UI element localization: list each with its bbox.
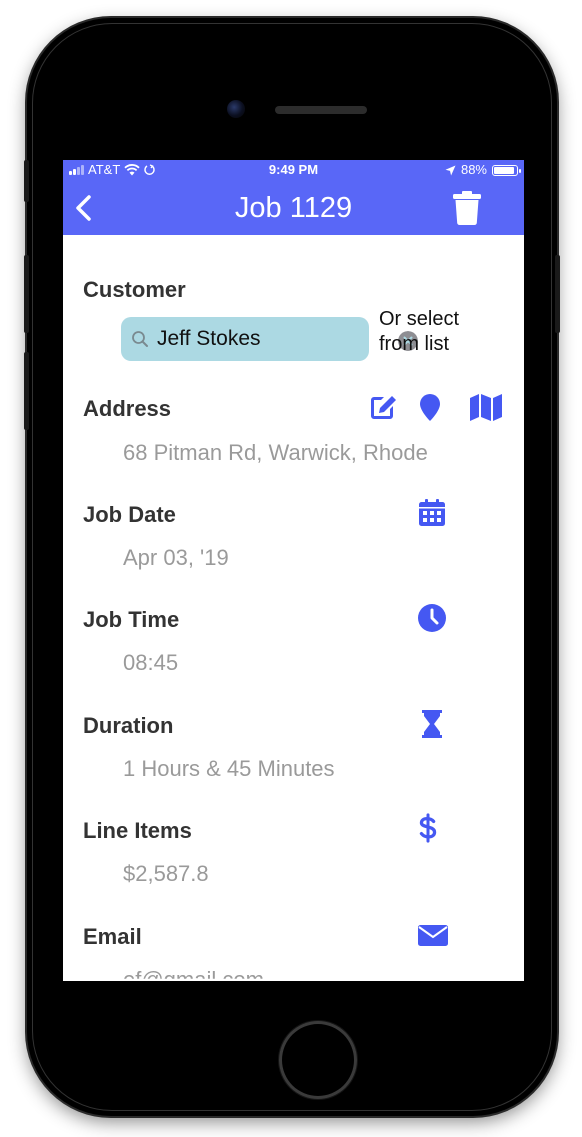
duration-label: Duration	[83, 713, 174, 738]
map-icon[interactable]	[469, 392, 503, 422]
job-time-label: Job Time	[83, 607, 180, 632]
customer-search-input[interactable]	[157, 317, 327, 361]
job-date-value: Apr 03, '19	[123, 545, 229, 570]
line-items-value: $2,587.8	[123, 861, 209, 886]
earpiece-speaker	[275, 106, 367, 114]
select-hint-line2: from list	[379, 333, 449, 355]
customer-label: Customer	[83, 277, 186, 302]
trash-icon[interactable]	[451, 190, 483, 226]
home-button[interactable]	[279, 1021, 357, 1099]
address-label: Address	[83, 396, 172, 421]
customer-search-field[interactable]	[121, 317, 418, 361]
hourglass-icon[interactable]	[417, 709, 447, 739]
select-from-list-link[interactable]: Or select from list	[379, 307, 459, 357]
location-arrow-icon	[445, 165, 456, 175]
location-pin-icon[interactable]	[415, 392, 445, 422]
calendar-icon[interactable]	[417, 498, 447, 528]
address-value: 68 Pitman Rd, Warwick, Rhode	[123, 440, 428, 465]
job-time-value: 08:45	[123, 650, 179, 675]
front-camera	[227, 100, 245, 118]
volume-up-button	[24, 255, 29, 333]
search-icon	[132, 331, 148, 347]
duration-value: 1 Hours & 45 Minutes	[123, 756, 335, 781]
battery-percent: 88%	[460, 162, 487, 177]
email-label: Email	[83, 924, 142, 949]
power-button	[555, 255, 560, 333]
line-items-label: Line Items	[83, 818, 192, 843]
select-hint-line1: Or select	[379, 308, 460, 330]
dollar-icon[interactable]	[413, 813, 443, 843]
battery-icon	[492, 164, 521, 176]
volume-down-button	[24, 352, 29, 430]
envelope-icon[interactable]	[417, 920, 449, 950]
nav-bar: Job 1129	[63, 180, 524, 235]
app-screen: AT&T 9:49 PM 88% Job 1129 Customer Jeff …	[63, 160, 524, 981]
status-bar: AT&T 9:49 PM 88%	[63, 160, 524, 180]
edit-icon[interactable]	[368, 392, 398, 422]
clock-icon[interactable]	[417, 603, 447, 633]
mute-switch	[24, 160, 29, 202]
job-date-label: Job Date	[83, 502, 176, 527]
email-value: ef@gmail.com	[123, 967, 264, 981]
